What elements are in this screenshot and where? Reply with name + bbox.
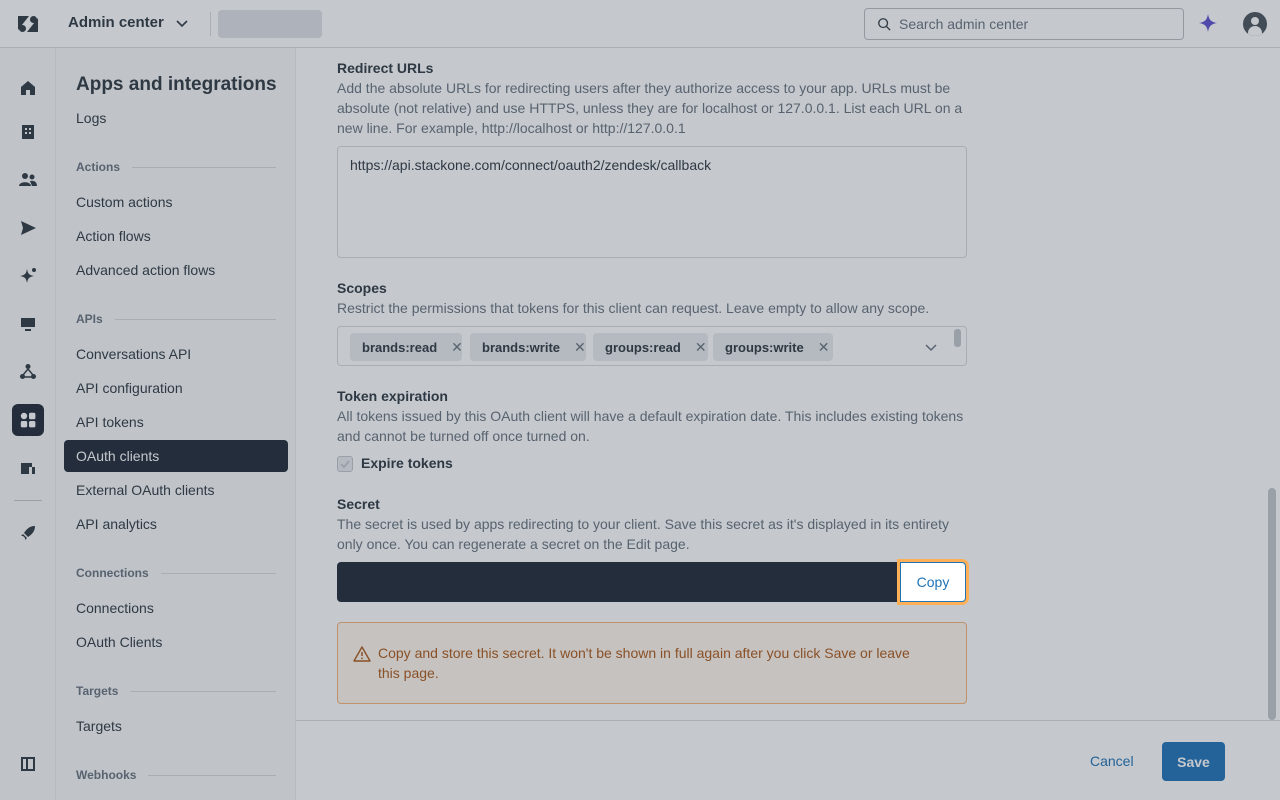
nav-item-api-configuration[interactable]: API configuration [64, 372, 288, 404]
apps-integrations-icon[interactable] [12, 404, 44, 436]
nav-group-connections: Connections [76, 566, 276, 580]
search-icon [878, 18, 891, 31]
main-scrollbar[interactable] [1268, 488, 1276, 720]
nav-item-action-flows[interactable]: Action flows [64, 220, 288, 252]
rocket-icon[interactable] [12, 517, 44, 549]
secret-warning-text: Copy and store this secret. It won't be … [378, 645, 910, 681]
nav-item-advanced-action-flows[interactable]: Advanced action flows [64, 254, 288, 286]
remove-tag-icon[interactable]: ✕ [451, 339, 463, 356]
user-avatar[interactable] [1243, 12, 1267, 36]
redirect-urls-hint: Add the absolute URLs for redirecting us… [337, 80, 963, 136]
zendesk-logo-icon[interactable] [16, 12, 40, 36]
secret-warning-alert: Copy and store this secret. It won't be … [337, 622, 967, 704]
scope-tag[interactable]: groups:read ✕ [593, 333, 708, 361]
oauth-client-form: Redirect URLs Add the absolute URLs for … [296, 48, 1280, 720]
ai-sparkle-icon[interactable] [12, 260, 44, 292]
scope-tag[interactable]: groups:write ✕ [713, 333, 833, 361]
nav-item-custom-actions[interactable]: Custom actions [64, 186, 288, 218]
nav-group-targets: Targets [76, 684, 276, 698]
nav-item-oauth-clients[interactable]: OAuth clients [64, 440, 288, 472]
scopes-hint: Restrict the permissions that tokens for… [337, 300, 930, 316]
rail-divider [14, 500, 42, 501]
nav-item-connections[interactable]: Connections [64, 592, 288, 624]
search-input[interactable]: Search admin center [864, 8, 1184, 40]
workspaces-monitor-icon[interactable] [12, 308, 44, 340]
chevron-down-icon[interactable] [924, 340, 938, 354]
tags-scrollbar[interactable] [954, 329, 961, 347]
redirect-urls-label: Redirect URLs [337, 60, 434, 76]
warning-triangle-icon [353, 646, 371, 662]
secret-value-field[interactable] [337, 562, 901, 602]
nav-item-oauth-clients-connections[interactable]: OAuth Clients [64, 626, 288, 658]
product-name: Admin center [68, 14, 164, 31]
form-footer: Cancel Save [296, 720, 1280, 800]
remove-tag-icon[interactable]: ✕ [818, 339, 830, 356]
ai-assistant-sparkle-icon[interactable] [1198, 13, 1218, 33]
token-expiration-hint: All tokens issued by this OAuth client w… [337, 408, 964, 444]
expire-tokens-checkbox[interactable] [337, 456, 353, 472]
nav-group-apis: APIs [76, 312, 276, 326]
nav-item-api-tokens[interactable]: API tokens [64, 406, 288, 438]
objects-rules-icon[interactable] [12, 356, 44, 388]
nav-item-conversations-api[interactable]: Conversations API [64, 338, 288, 370]
nav-item-logs[interactable]: Logs [64, 102, 288, 134]
channels-send-icon[interactable] [12, 212, 44, 244]
marketplace-store-icon[interactable] [12, 452, 44, 484]
scopes-multiselect[interactable]: brands:read ✕ brands:write ✕ groups:read ✕ … [337, 326, 967, 366]
cancel-button[interactable]: Cancel [1090, 743, 1134, 779]
people-icon[interactable] [12, 164, 44, 196]
secret-hint: The secret is used by apps redirecting t… [337, 516, 949, 552]
top-bar: Admin center Search admin center [0, 0, 1280, 48]
chevron-down-icon [176, 19, 188, 27]
checkmark-icon [340, 460, 350, 469]
home-icon[interactable] [12, 72, 44, 104]
nav-item-external-oauth-clients[interactable]: External OAuth clients [64, 474, 288, 506]
product-switcher[interactable]: Admin center [68, 14, 190, 31]
token-expiration-label: Token expiration [337, 388, 448, 404]
save-button[interactable]: Save [1162, 742, 1225, 781]
remove-tag-icon[interactable]: ✕ [695, 339, 707, 356]
redirect-urls-textarea[interactable]: https://api.stackone.com/connect/oauth2/… [337, 146, 967, 258]
expire-tokens-label: Expire tokens [361, 455, 453, 471]
nav-item-api-analytics[interactable]: API analytics [64, 508, 288, 540]
nav-item-targets[interactable]: Targets [64, 710, 288, 742]
collapse-sidebar-icon[interactable] [12, 748, 44, 780]
account-building-icon[interactable] [12, 116, 44, 148]
copy-secret-button[interactable]: Copy [900, 562, 966, 602]
scopes-label: Scopes [337, 280, 387, 296]
nav-title: Apps and integrations [76, 74, 277, 95]
scope-tag[interactable]: brands:read ✕ [350, 333, 463, 361]
secret-label: Secret [337, 496, 380, 512]
scope-tag[interactable]: brands:write ✕ [470, 333, 586, 361]
nav-group-actions: Actions [76, 160, 276, 174]
account-name-redacted [218, 10, 322, 38]
header-divider [210, 12, 211, 36]
secondary-nav: Apps and integrations Logs Actions Custo… [56, 48, 296, 800]
nav-group-webhooks: Webhooks [76, 768, 276, 782]
remove-tag-icon[interactable]: ✕ [574, 339, 586, 356]
search-placeholder: Search admin center [899, 16, 1029, 32]
primary-icon-rail [0, 48, 56, 800]
